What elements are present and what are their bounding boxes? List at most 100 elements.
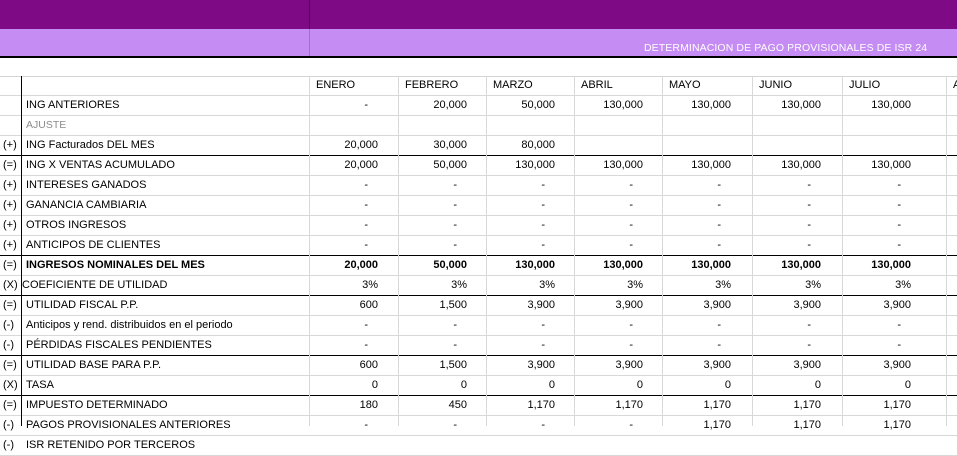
value-cell[interactable]: -	[752, 196, 835, 215]
value-cell[interactable]: -	[309, 316, 392, 335]
value-cell[interactable]: -	[486, 236, 569, 255]
value-cell[interactable]	[309, 436, 392, 455]
value-cell[interactable]: 3%	[752, 276, 835, 295]
value-cell[interactable]: -	[752, 316, 835, 335]
value-cell[interactable]: 3,900	[842, 296, 925, 315]
value-cell[interactable]: -	[309, 236, 392, 255]
value-cell[interactable]: 0	[752, 376, 835, 395]
value-cell[interactable]	[398, 116, 481, 135]
value-cell[interactable]: -	[662, 176, 745, 195]
value-cell[interactable]: 1,170	[486, 396, 569, 415]
value-cell[interactable]: -	[662, 196, 745, 215]
value-cell[interactable]: -	[752, 176, 835, 195]
operator-cell[interactable]: (-)	[3, 436, 21, 455]
value-cell[interactable]: 30,000	[398, 136, 481, 155]
row-label[interactable]: ING X VENTAS ACUMULADO	[26, 156, 296, 175]
value-cell[interactable]	[662, 436, 745, 455]
value-cell[interactable]	[662, 136, 745, 155]
value-cell[interactable]	[486, 116, 569, 135]
value-cell[interactable]: -	[574, 176, 657, 195]
value-cell[interactable]: -	[662, 316, 745, 335]
operator-cell[interactable]: (+)	[3, 236, 21, 255]
value-cell[interactable]: 130,000	[574, 156, 657, 175]
operator-cell[interactable]	[3, 96, 21, 115]
value-cell[interactable]: 3%	[662, 276, 745, 295]
value-cell[interactable]: 3%	[842, 276, 925, 295]
value-cell[interactable]: 130,000	[842, 96, 925, 115]
value-cell[interactable]: -	[574, 236, 657, 255]
month-header[interactable]: JUNIO	[759, 76, 840, 95]
value-cell[interactable]: 1,170	[662, 396, 745, 415]
value-cell[interactable]: 3,900	[752, 296, 835, 315]
row-label[interactable]: INTERESES GANADOS	[26, 176, 296, 195]
value-cell[interactable]: -	[486, 316, 569, 335]
value-cell[interactable]: 130,000	[486, 256, 569, 275]
row-label[interactable]: OTROS INGRESOS	[26, 216, 296, 235]
value-cell[interactable]	[574, 116, 657, 135]
value-cell[interactable]: 130,000	[842, 156, 925, 175]
value-cell[interactable]: -	[398, 336, 481, 355]
spreadsheet-grid[interactable]: ENERO FEBRERO MARZO ABRIL MAYO JUNIO JULIO A IN…	[0, 76, 957, 456]
row-label[interactable]: UTILIDAD BASE PARA P.P.	[26, 356, 296, 375]
value-cell[interactable]: 1,170	[752, 396, 835, 415]
value-cell[interactable]: 3,900	[486, 356, 569, 375]
value-cell[interactable]: -	[309, 96, 392, 115]
value-cell[interactable]: 3,900	[842, 356, 925, 375]
value-cell[interactable]: -	[662, 336, 745, 355]
value-cell[interactable]: -	[842, 336, 925, 355]
value-cell[interactable]: -	[574, 336, 657, 355]
value-cell[interactable]: -	[752, 336, 835, 355]
value-cell[interactable]: 130,000	[574, 96, 657, 115]
value-cell[interactable]: 3%	[309, 276, 392, 295]
value-cell[interactable]: 130,000	[574, 256, 657, 275]
operator-cell[interactable]: (=)	[3, 296, 21, 315]
value-cell[interactable]: -	[309, 216, 392, 235]
row-label[interactable]: INGRESOS NOMINALES DEL MES	[26, 256, 296, 275]
value-cell[interactable]: -	[842, 176, 925, 195]
value-cell[interactable]: -	[574, 216, 657, 235]
value-cell[interactable]: 1,170	[574, 396, 657, 415]
value-cell[interactable]: 0	[398, 376, 481, 395]
value-cell[interactable]: -	[486, 176, 569, 195]
month-header[interactable]: JULIO	[849, 76, 930, 95]
operator-cell[interactable]: (-)	[3, 336, 21, 355]
month-header[interactable]: A	[953, 76, 957, 95]
value-cell[interactable]: -	[486, 216, 569, 235]
month-header[interactable]: MAYO	[669, 76, 750, 95]
value-cell[interactable]	[309, 116, 392, 135]
operator-cell[interactable]: (X)	[3, 376, 21, 395]
value-cell[interactable]	[752, 436, 835, 455]
operator-cell[interactable]: (X)	[3, 276, 21, 295]
value-cell[interactable]: 3,900	[662, 296, 745, 315]
row-label[interactable]: TASA	[26, 376, 296, 395]
value-cell[interactable]: 3,900	[486, 296, 569, 315]
value-cell[interactable]: 3%	[486, 276, 569, 295]
value-cell[interactable]: -	[309, 176, 392, 195]
value-cell[interactable]: 130,000	[662, 96, 745, 115]
value-cell[interactable]	[398, 436, 481, 455]
value-cell[interactable]	[574, 436, 657, 455]
row-label[interactable]: COEFICIENTE DE UTILIDAD	[22, 276, 292, 295]
row-label[interactable]: PÉRDIDAS FISCALES PENDIENTES	[26, 336, 296, 355]
value-cell[interactable]: 600	[309, 296, 392, 315]
value-cell[interactable]: 20,000	[309, 156, 392, 175]
value-cell[interactable]	[842, 136, 925, 155]
operator-cell[interactable]: (+)	[3, 196, 21, 215]
value-cell[interactable]: 130,000	[662, 256, 745, 275]
value-cell[interactable]: 1,170	[842, 396, 925, 415]
value-cell[interactable]: -	[398, 316, 481, 335]
operator-cell[interactable]: (+)	[3, 176, 21, 195]
value-cell[interactable]: 0	[662, 376, 745, 395]
value-cell[interactable]: -	[398, 176, 481, 195]
value-cell[interactable]: 0	[574, 376, 657, 395]
operator-cell[interactable]	[3, 116, 21, 135]
operator-cell[interactable]: (=)	[3, 356, 21, 375]
value-cell[interactable]: 50,000	[398, 256, 481, 275]
value-cell[interactable]: 3,900	[752, 356, 835, 375]
value-cell[interactable]: 3%	[398, 276, 481, 295]
value-cell[interactable]: -	[662, 216, 745, 235]
value-cell[interactable]: 600	[309, 356, 392, 375]
operator-cell[interactable]: (-)	[3, 316, 21, 335]
value-cell[interactable]: -	[309, 336, 392, 355]
value-cell[interactable]: 130,000	[752, 96, 835, 115]
